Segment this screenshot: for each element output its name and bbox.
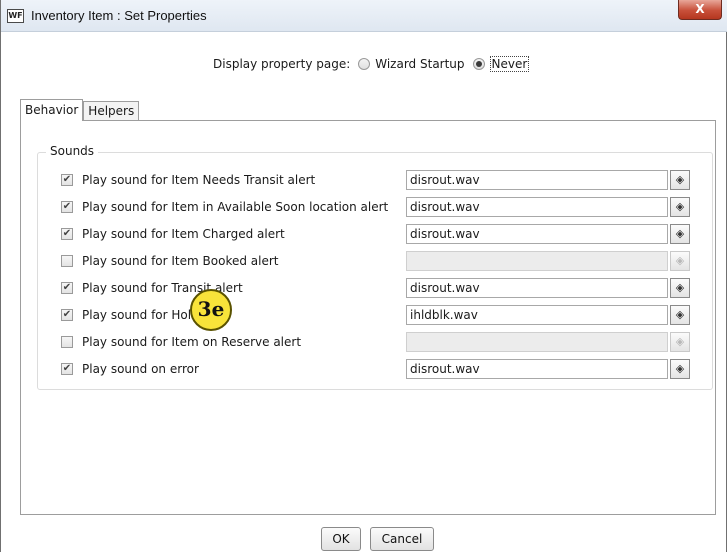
sound-checkbox[interactable]: ✔ bbox=[61, 174, 73, 186]
sound-row: ✔ Play sound for Item Needs Transit alert… bbox=[38, 170, 714, 190]
cancel-button[interactable]: Cancel bbox=[370, 527, 434, 551]
sound-label: Play sound for Item Charged alert bbox=[82, 227, 285, 241]
sound-file-input[interactable]: disrout.wav bbox=[406, 224, 668, 244]
browse-sound-button: ◈ bbox=[670, 332, 690, 352]
sound-file-input[interactable]: ihldblk.wav bbox=[406, 305, 668, 325]
dialog-window: WF Inventory Item : Set Properties X Dis… bbox=[0, 0, 727, 552]
diamond-arrows-icon: ◈ bbox=[675, 200, 685, 213]
browse-sound-button[interactable]: ◈ bbox=[670, 197, 690, 217]
sound-file-input bbox=[406, 332, 668, 352]
diamond-arrows-icon: ◈ bbox=[675, 173, 685, 186]
browse-sound-button[interactable]: ◈ bbox=[670, 170, 690, 190]
sound-checkbox[interactable]: ✔ bbox=[61, 282, 73, 294]
diamond-arrows-icon: ◈ bbox=[675, 227, 685, 240]
display-property-row: Display property page: Wizard Startup Ne… bbox=[213, 56, 530, 72]
title-bar[interactable]: WF Inventory Item : Set Properties X bbox=[1, 0, 727, 32]
sound-file-input[interactable]: disrout.wav bbox=[406, 197, 668, 217]
sound-checkbox[interactable]: ✔ bbox=[61, 309, 73, 321]
app-icon: WF bbox=[7, 9, 24, 23]
diamond-arrows-icon: ◈ bbox=[675, 362, 685, 375]
sound-row: ✔ Play sound for Item Charged alert disrou… bbox=[38, 224, 714, 244]
sound-row: ✔ Play sound on error disrout.wav ◈ bbox=[38, 359, 714, 379]
sound-label: Play sound for Item on Reserve alert bbox=[82, 335, 302, 349]
tab-behavior[interactable]: Behavior bbox=[20, 99, 84, 121]
sound-checkbox[interactable] bbox=[61, 336, 73, 348]
diamond-arrows-icon: ◈ bbox=[675, 281, 685, 294]
radio-never[interactable] bbox=[472, 58, 485, 70]
browse-sound-button: ◈ bbox=[670, 251, 690, 271]
sound-file-input[interactable]: disrout.wav bbox=[406, 359, 668, 379]
never-label[interactable]: Never bbox=[489, 56, 530, 72]
sound-checkbox[interactable] bbox=[61, 255, 73, 267]
sound-row: Play sound for Item on Reserve alert ◈ bbox=[38, 332, 714, 352]
sound-label: Play sound for Item Booked alert bbox=[82, 254, 279, 268]
sound-label: Play sound for Item Needs Transit alert bbox=[82, 173, 316, 187]
sound-row: Play sound for Item Booked alert ◈ bbox=[38, 251, 714, 271]
ok-button[interactable]: OK bbox=[321, 527, 361, 551]
window-title: Inventory Item : Set Properties bbox=[31, 8, 207, 23]
sounds-group: Sounds ✔ Play sound for Item Needs Transi… bbox=[37, 144, 714, 390]
browse-sound-button[interactable]: ◈ bbox=[670, 305, 690, 325]
browse-sound-button[interactable]: ◈ bbox=[670, 224, 690, 244]
radio-wizard-startup[interactable] bbox=[358, 58, 371, 70]
sound-row: ✔ Play sound for Hold alert ihldblk.wav ◈ bbox=[38, 305, 714, 325]
sound-file-input[interactable]: disrout.wav bbox=[406, 278, 668, 298]
callout-badge: 3e bbox=[190, 289, 232, 331]
diamond-arrows-icon: ◈ bbox=[675, 254, 685, 267]
browse-sound-button[interactable]: ◈ bbox=[670, 278, 690, 298]
diamond-arrows-icon: ◈ bbox=[675, 335, 685, 348]
display-property-label: Display property page: bbox=[213, 57, 351, 71]
behavior-panel: Sounds ✔ Play sound for Item Needs Transi… bbox=[20, 120, 716, 515]
sound-row: ✔ Play sound for Item in Available Soon l… bbox=[38, 197, 714, 217]
wizard-startup-label[interactable]: Wizard Startup bbox=[375, 57, 464, 71]
sound-checkbox[interactable]: ✔ bbox=[61, 201, 73, 213]
close-button[interactable]: X bbox=[678, 0, 722, 20]
diamond-arrows-icon: ◈ bbox=[675, 308, 685, 321]
sound-file-input[interactable]: disrout.wav bbox=[406, 170, 668, 190]
sound-label: Play sound for Item in Available Soon lo… bbox=[82, 200, 389, 214]
sound-row: ✔ Play sound for Transit alert disrout.wav… bbox=[38, 278, 714, 298]
sounds-group-label: Sounds bbox=[46, 144, 99, 158]
tab-strip: Behavior Helpers bbox=[20, 99, 140, 121]
browse-sound-button[interactable]: ◈ bbox=[670, 359, 690, 379]
sound-checkbox[interactable]: ✔ bbox=[61, 228, 73, 240]
sound-file-input bbox=[406, 251, 668, 271]
sound-label: Play sound on error bbox=[82, 362, 199, 376]
sound-checkbox[interactable]: ✔ bbox=[61, 363, 73, 375]
tab-helpers[interactable]: Helpers bbox=[83, 101, 140, 120]
